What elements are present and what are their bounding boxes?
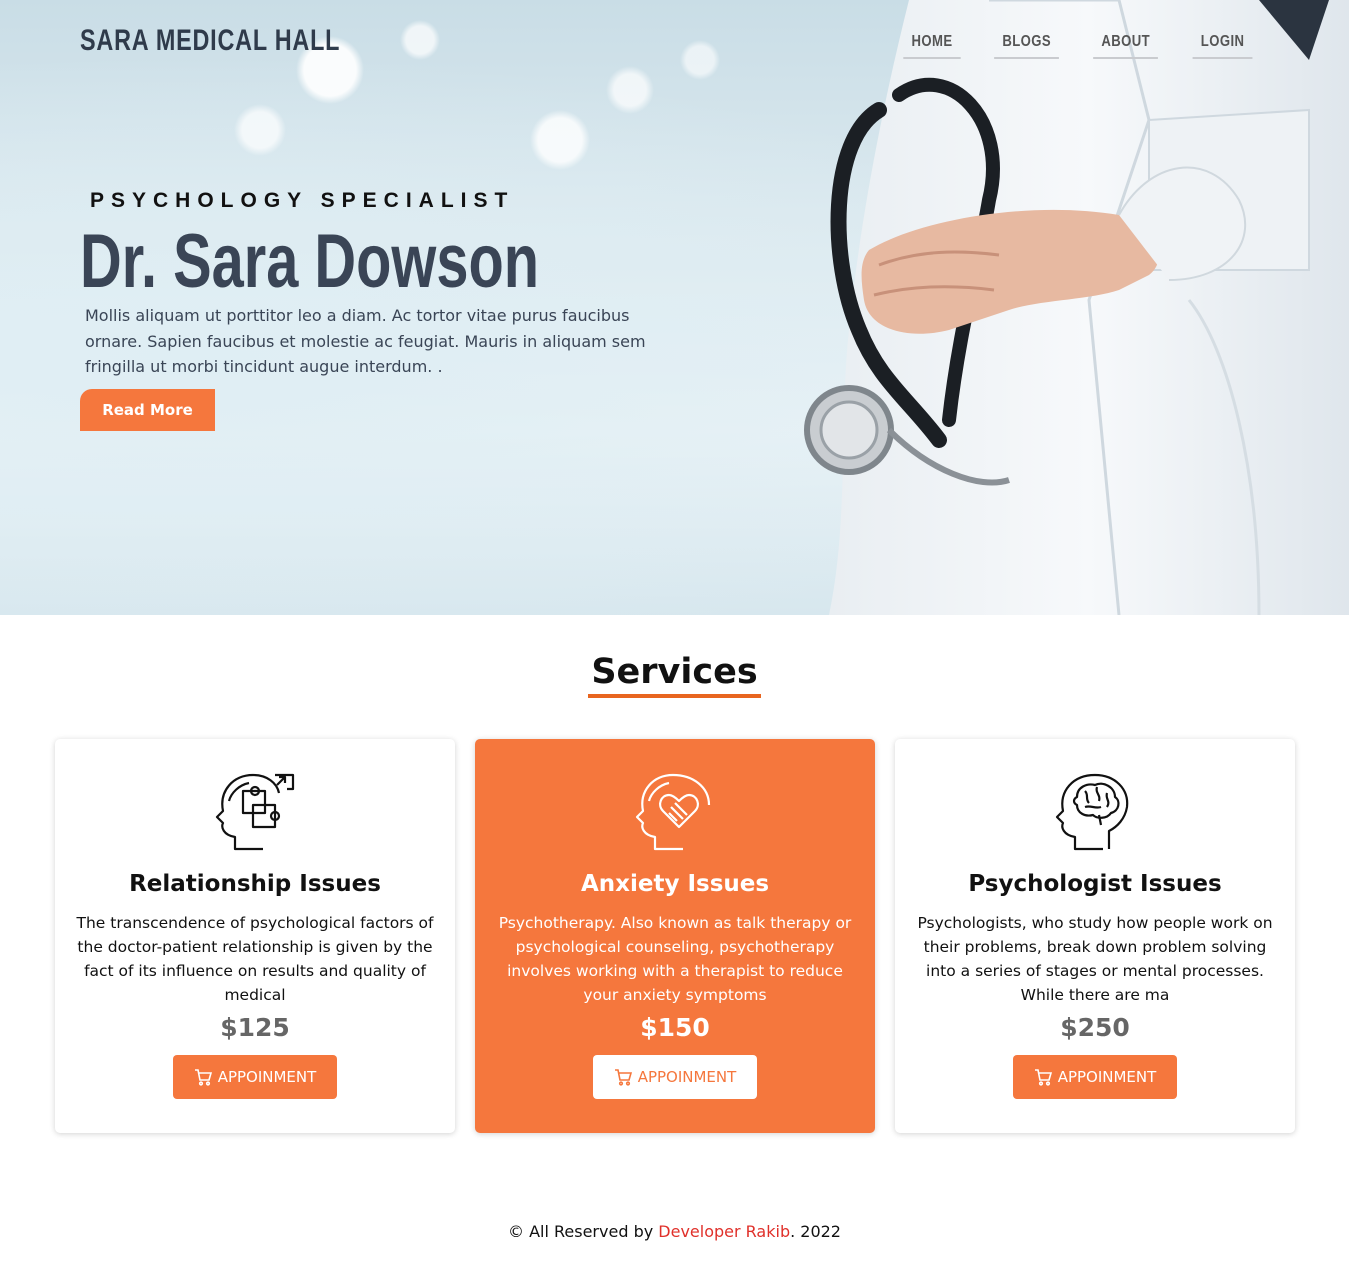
cart-icon [194,1069,212,1086]
service-price: $250 [1060,1013,1130,1042]
service-description: Psychotherapy. Also known as talk therap… [498,914,852,1004]
service-description: The transcendence of psychological facto… [76,914,434,1004]
service-card-psychologist: Psychologist Issues Psychologists, who s… [895,739,1295,1133]
service-title: Psychologist Issues [968,871,1222,897]
site-logo[interactable]: SARA MEDICAL HALL [80,24,340,58]
service-price: $125 [220,1013,290,1042]
head-puzzle-icon [215,773,295,851]
nav-home-link[interactable]: HOME [903,30,961,59]
appointment-button[interactable]: APPOINMENT [1013,1055,1177,1099]
head-brain-icon [1055,773,1129,851]
cart-icon [1034,1069,1052,1086]
appointment-button-label: APPOINMENT [1057,1068,1157,1086]
developer-link[interactable]: Developer Rakib [658,1222,790,1241]
footer-prefix: © All Reserved by [508,1222,659,1241]
cart-icon [614,1069,632,1086]
service-title: Anxiety Issues [580,871,770,897]
nav-login-link[interactable]: LOGIN [1192,30,1253,59]
appointment-button[interactable]: APPOINMENT [173,1055,337,1099]
service-price: $150 [640,1013,710,1042]
hero-subtitle: PSYCHOLOGY SPECIALIST [90,189,515,212]
service-description: Psychologists, who study how people work… [917,914,1273,1004]
services-heading-underline [588,694,761,698]
footer-suffix: . 2022 [790,1222,841,1241]
service-card-anxiety: Anxiety Issues Psychotherapy. Also known… [475,739,875,1133]
head-heart-icon [635,773,711,851]
nav-blogs-link[interactable]: BLOGS [994,30,1060,59]
service-card-relationship: Relationship Issues The transcendence of… [55,739,455,1133]
hero-section: SARA MEDICAL HALL HOME BLOGS ABOUT LOGIN… [0,0,1349,615]
read-more-button[interactable]: Read More [80,389,215,431]
service-title: Relationship Issues [129,871,381,897]
hero-description: Mollis aliquam ut porttitor leo a diam. … [85,306,646,376]
main-nav: HOME BLOGS ABOUT LOGIN [897,30,1259,59]
doctor-image [804,0,1349,615]
footer: © All Reserved by Developer Rakib. 2022 [0,1222,1349,1241]
hero-title: Dr. Sara Dowson [80,219,540,304]
nav-about-link[interactable]: ABOUT [1093,30,1159,59]
appointment-button[interactable]: APPOINMENT [593,1055,757,1099]
services-heading: Services [591,652,758,692]
appointment-button-label: APPOINMENT [637,1068,737,1086]
appointment-button-label: APPOINMENT [217,1068,317,1086]
